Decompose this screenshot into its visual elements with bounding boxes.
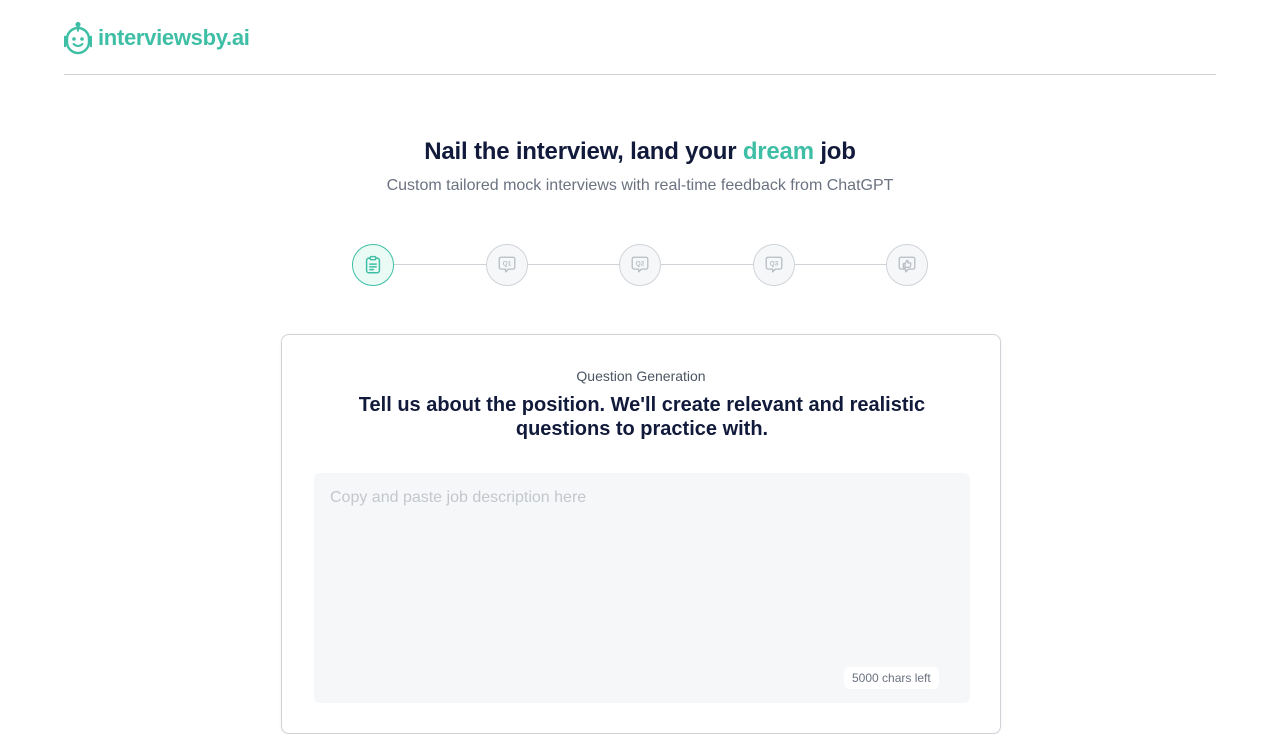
brand-name: interviewsby.ai	[98, 25, 250, 50]
chat-q3-icon: Q3	[765, 256, 783, 273]
question-generation-card: Question Generation Tell us about the po…	[281, 334, 1001, 734]
chars-left-counter: 5000 chars left	[844, 667, 939, 689]
chat-q1-icon: Q1	[498, 256, 516, 273]
thumbs-up-icon	[898, 256, 916, 273]
hero-title-start: Nail the interview, land your	[424, 138, 743, 165]
chat-q2-icon: Q2	[631, 256, 649, 273]
svg-text:Q2: Q2	[636, 261, 645, 268]
progress-stepper: Q1 Q2 Q3	[352, 244, 928, 286]
step-question-1[interactable]: Q1	[486, 244, 528, 286]
header: interviewsby.ai	[64, 0, 1216, 75]
hero-subtitle: Custom tailored mock interviews with rea…	[386, 177, 894, 194]
step-connector	[661, 264, 753, 265]
robot-logo-icon	[64, 21, 92, 55]
step-question-2[interactable]: Q2	[619, 244, 661, 286]
hero-title-accent: dream	[742, 138, 814, 165]
step-question-3[interactable]: Q3	[753, 244, 795, 286]
logo-link[interactable]: interviewsby.ai	[64, 20, 250, 56]
step-job-description[interactable]	[352, 244, 394, 286]
step-connector	[394, 264, 486, 265]
card-kicker: Question Generation	[576, 368, 706, 384]
card-title: Tell us about the position. We'll create…	[358, 394, 926, 440]
clipboard-icon	[365, 255, 381, 274]
svg-text:Q3: Q3	[770, 261, 779, 268]
svg-text:Q1: Q1	[503, 261, 512, 268]
step-feedback[interactable]	[886, 244, 928, 286]
step-connector	[528, 264, 619, 265]
step-connector	[795, 264, 886, 265]
hero-title: Nail the interview, land your dream job	[0, 138, 1280, 166]
hero-title-end: job	[813, 138, 856, 165]
